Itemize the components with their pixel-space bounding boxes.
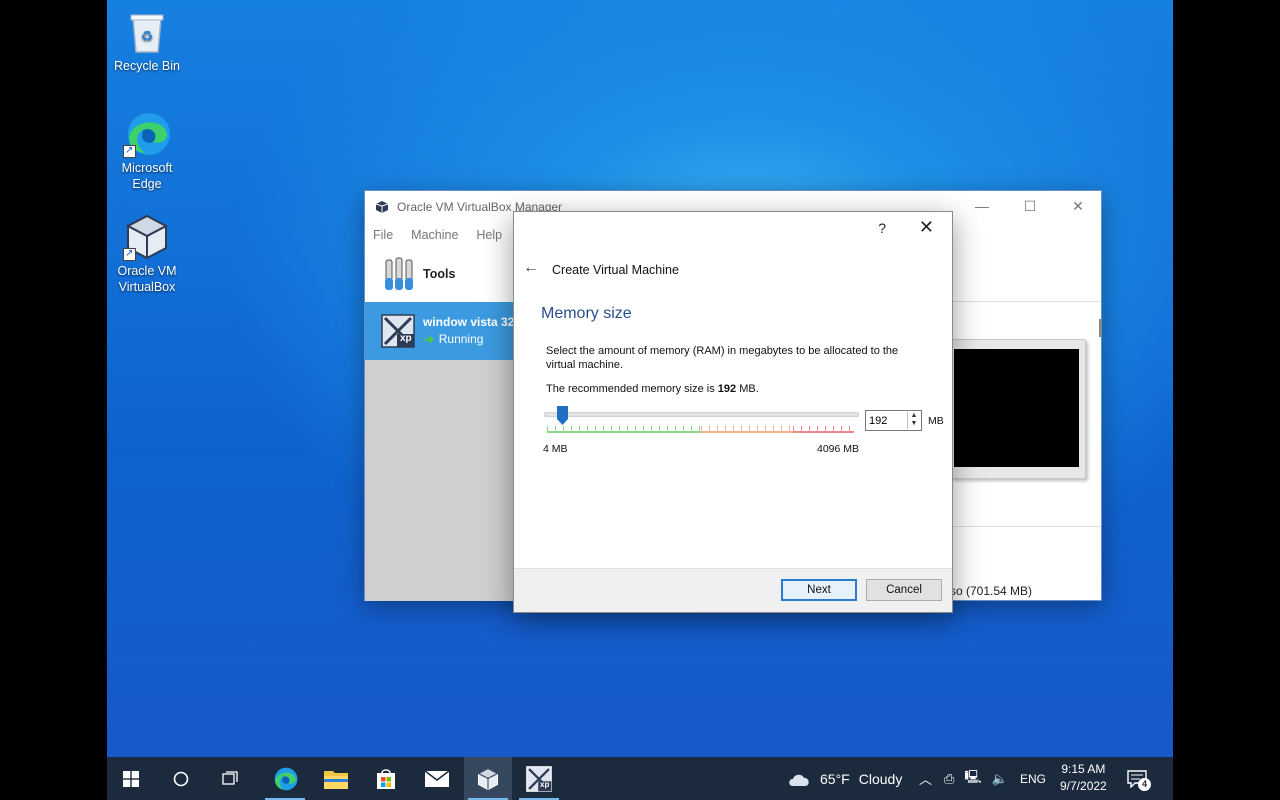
slider-zone	[792, 426, 854, 433]
memory-input[interactable]	[869, 413, 905, 428]
slider-zone	[700, 426, 793, 433]
menu-file[interactable]: File	[373, 228, 393, 242]
desktop-icon-edge[interactable]: Microsoft Edge	[107, 110, 187, 192]
create-vm-dialog: ? ✕ ← Create Virtual Machine Memory size…	[513, 211, 953, 613]
dialog-footer: Next Cancel	[514, 568, 952, 612]
shortcut-arrow-icon	[123, 246, 136, 262]
tools-icon	[385, 257, 413, 290]
notification-center-button[interactable]: 4	[1127, 757, 1151, 800]
close-dialog-button[interactable]: ✕	[919, 217, 934, 238]
desktop-icon-label: Oracle VM VirtualBox	[117, 264, 177, 294]
vm-os-badge: xp	[400, 333, 412, 344]
taskbar-store[interactable]	[362, 757, 410, 800]
scrollbar-thumb[interactable]	[1099, 319, 1102, 337]
vm-list-item[interactable]: xp window vista 32 ➜ Running	[365, 302, 515, 360]
minimize-icon: —	[975, 198, 989, 214]
desktop-icon-label: Recycle Bin	[114, 59, 180, 73]
next-button[interactable]: Next	[781, 579, 857, 601]
back-arrow-icon[interactable]: ←	[523, 259, 539, 277]
close-window-button[interactable]: ✕	[1055, 191, 1101, 221]
notification-count: 4	[1138, 777, 1151, 791]
desktop-icon-recycle-bin[interactable]: ♻ Recycle Bin	[107, 8, 187, 74]
tools-item[interactable]: Tools	[365, 247, 515, 301]
dialog-titlebar[interactable]: ? ✕	[514, 212, 952, 244]
folder-icon	[324, 770, 348, 789]
tray-icons: ︿ ⎙ 🖳 🔈 ENG	[919, 757, 1046, 800]
vm-preview	[950, 339, 1086, 479]
meet-now-icon[interactable]: ⎙	[944, 771, 954, 787]
desktop: ♻ Recycle Bin Microsoft Edge Oracle VM V…	[107, 0, 1173, 800]
network-icon[interactable]: 🖳	[964, 768, 981, 790]
memory-slider-track[interactable]	[544, 412, 859, 417]
edge-icon	[123, 110, 171, 159]
help-button[interactable]: ?	[878, 220, 886, 236]
spin-down-icon[interactable]: ▼	[908, 420, 920, 428]
menu-help[interactable]: Help	[476, 228, 502, 242]
memory-description: Select the amount of memory (RAM) in meg…	[546, 345, 899, 371]
memory-spinbox[interactable]: ▲ ▼	[865, 410, 922, 431]
show-hidden-icons-chevron-icon[interactable]: ︿	[919, 769, 932, 788]
storage-iso-text: so (701.54 MB)	[950, 584, 1033, 598]
vm-os-badge: xp	[540, 779, 550, 789]
notification-icon: 4	[1127, 769, 1151, 791]
virtualbox-icon	[477, 767, 499, 790]
spin-up-icon[interactable]: ▲	[908, 412, 920, 420]
taskbar: xp 65°F Cloudy ︿ ⎙ 🖳 🔈 ENG 9:15 AM 9/7/2…	[107, 757, 1173, 800]
tools-label: Tools	[423, 267, 456, 281]
section-title: Memory size	[541, 305, 632, 322]
task-view-icon	[222, 770, 238, 785]
slider-max-label: 4096 MB	[817, 443, 860, 455]
close-icon: ✕	[1072, 197, 1084, 214]
windows-logo-icon	[123, 770, 139, 787]
memory-slider-ticks	[547, 426, 854, 433]
svg-text:♻: ♻	[141, 28, 154, 44]
taskbar-file-explorer[interactable]	[312, 757, 360, 800]
virtualbox-icon	[123, 213, 171, 262]
windows-xp-vm-icon: xp	[381, 314, 415, 348]
desktop-icon-virtualbox[interactable]: Oracle VM VirtualBox	[107, 213, 187, 295]
slider-min-label: 4 MB	[543, 443, 568, 455]
running-arrow-icon: ➜	[423, 330, 435, 347]
cloud-icon	[789, 774, 809, 786]
vm-list-empty-area	[365, 360, 515, 601]
memory-slider-thumb[interactable]	[557, 406, 568, 425]
vm-name: window vista 32	[423, 314, 515, 329]
maximize-button[interactable]: ☐	[1007, 191, 1053, 221]
menu-machine[interactable]: Machine	[411, 228, 458, 242]
virtualbox-cube-icon	[375, 201, 389, 213]
search-button[interactable]	[157, 757, 205, 800]
weather-condition: Cloudy	[858, 770, 903, 787]
vm-status: Running	[438, 332, 484, 346]
clock-time: 9:15 AM	[1061, 762, 1106, 776]
search-circle-icon	[173, 771, 189, 786]
recycle-bin-icon: ♻	[123, 8, 171, 56]
mail-icon	[424, 769, 450, 787]
wizard-title: Create Virtual Machine	[552, 263, 679, 277]
vm-preview-screen	[954, 349, 1079, 467]
store-bag-icon	[377, 768, 395, 789]
taskbar-edge[interactable]	[261, 757, 309, 800]
clock[interactable]: 9:15 AM 9/7/2022	[1060, 761, 1107, 795]
slider-zone	[547, 426, 701, 433]
taskbar-vm-window[interactable]: xp	[515, 757, 563, 800]
start-button[interactable]	[107, 757, 155, 800]
taskbar-mail[interactable]	[413, 757, 461, 800]
cancel-button[interactable]: Cancel	[866, 579, 942, 601]
maximize-icon: ☐	[1023, 197, 1037, 214]
input-language[interactable]: ENG	[1020, 772, 1046, 786]
weather-widget[interactable]: 65°F Cloudy	[787, 757, 902, 800]
windows-xp-vm-icon: xp	[526, 765, 552, 792]
memory-unit-label: MB	[928, 415, 944, 427]
weather-temperature: 65°F	[820, 770, 850, 787]
recommended-memory-text: The recommended memory size is 192 MB.	[546, 383, 759, 395]
edge-icon	[274, 767, 298, 790]
shortcut-arrow-icon	[123, 143, 136, 159]
task-view-button[interactable]	[207, 757, 255, 800]
taskbar-virtualbox[interactable]	[464, 757, 512, 800]
volume-icon[interactable]: 🔈	[992, 771, 1008, 787]
minimize-button[interactable]: —	[959, 191, 1005, 221]
clock-date: 9/7/2022	[1060, 779, 1107, 793]
recommended-memory-value: 192	[717, 383, 737, 395]
desktop-icon-label: Microsoft Edge	[121, 161, 173, 191]
